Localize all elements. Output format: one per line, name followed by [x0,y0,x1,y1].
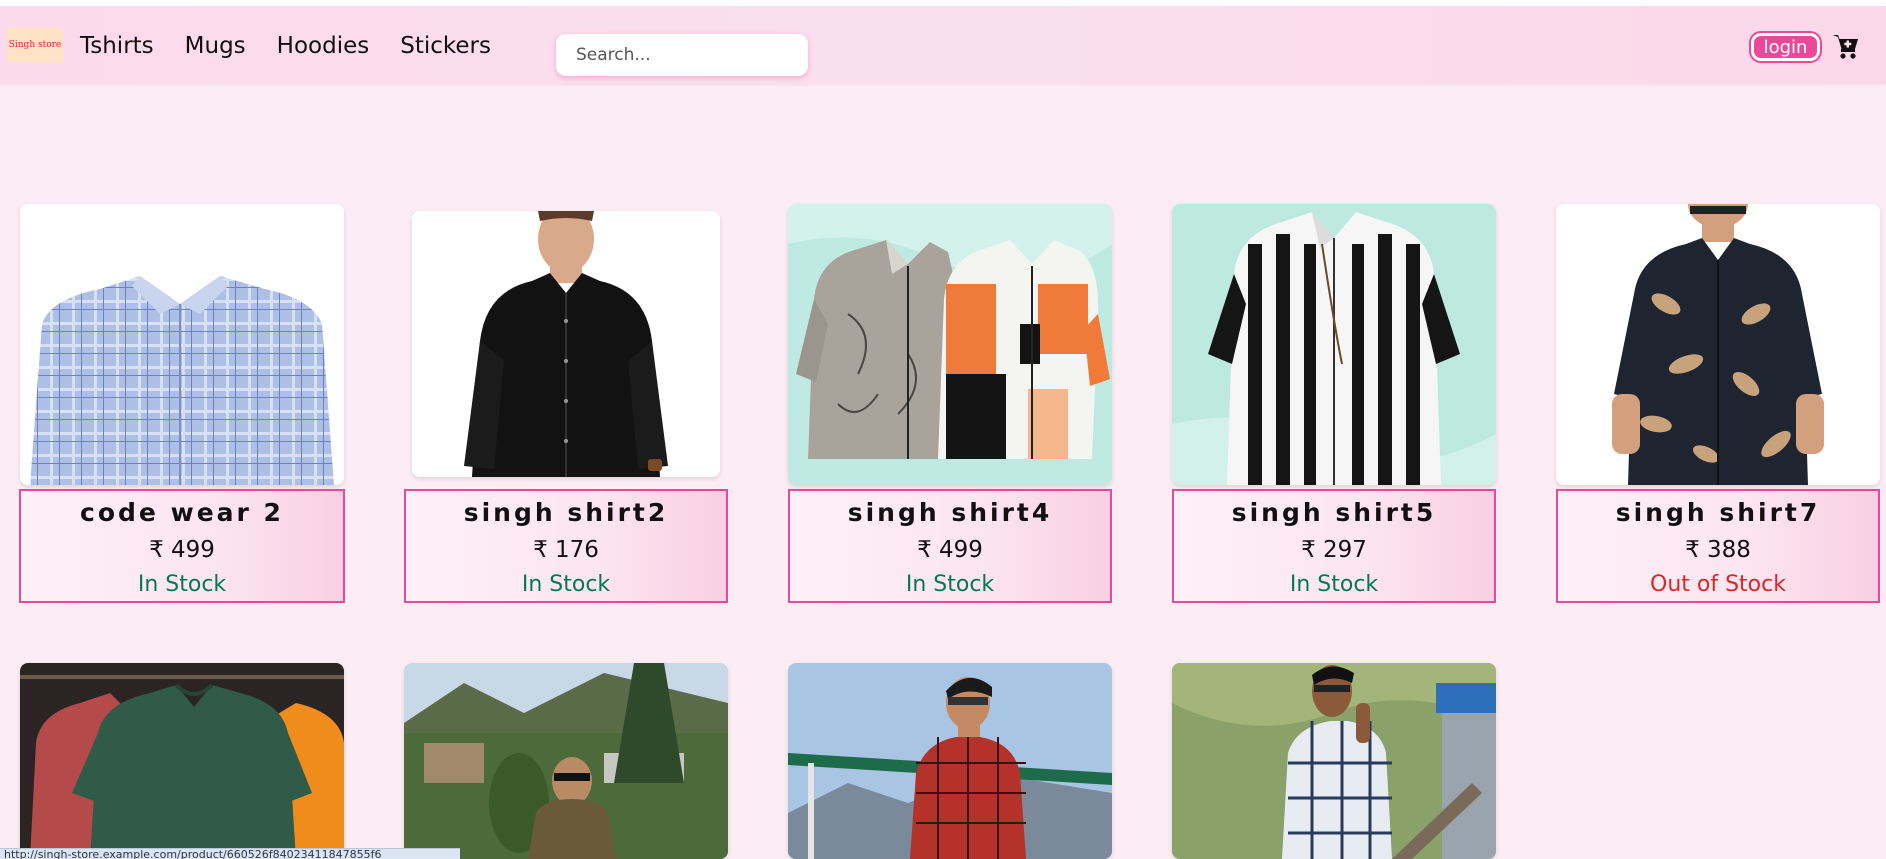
nav-stickers-link[interactable]: Stickers [400,33,491,59]
product-name: singh shirt2 [463,498,669,527]
login-button[interactable]: login [1751,33,1820,61]
logo-text: Singh store [8,40,62,50]
product-info: singh shirt7 ₹ 388 Out of Stock [1556,489,1880,603]
product-price: ₹ 388 [1685,537,1751,563]
product-image[interactable] [788,663,1112,859]
browser-status-url: http://singh-store.example.com/product/6… [0,848,460,859]
product-image[interactable] [20,663,344,859]
nav-tshirts-link[interactable]: Tshirts [80,33,154,59]
stock-status: In Stock [905,572,995,597]
product-info: singh shirt5 ₹ 297 In Stock [1172,489,1496,603]
product-image[interactable] [1172,204,1496,485]
product-name: singh shirt5 [1231,498,1437,527]
product-name: code wear 2 [80,498,284,527]
nav-links: Tshirts Mugs Hoodies Stickers [80,33,522,59]
product-info: singh shirt2 ₹ 176 In Stock [404,489,728,603]
product-name: singh shirt4 [847,498,1053,527]
product-image[interactable] [404,663,728,859]
top-navbar: Singh store Tshirts Mugs Hoodies Sticker… [0,6,1886,84]
search-input[interactable] [556,34,808,76]
product-info: code wear 2 ₹ 499 In Stock [19,489,345,603]
stock-status: In Stock [137,572,227,597]
stock-status: In Stock [1289,572,1379,597]
product-price: ₹ 297 [1301,537,1367,563]
product-price: ₹ 176 [533,537,599,563]
cart-icon[interactable] [1830,30,1862,62]
product-image[interactable] [1172,663,1496,859]
store-logo[interactable]: Singh store [7,28,63,62]
nav-mugs-link[interactable]: Mugs [185,33,246,59]
product-price: ₹ 499 [917,537,983,563]
stock-status: Out of Stock [1650,572,1786,597]
product-image[interactable] [788,204,1112,485]
nav-hoodies-link[interactable]: Hoodies [277,33,370,59]
product-info: singh shirt4 ₹ 499 In Stock [788,489,1112,603]
product-image[interactable] [412,211,720,477]
stock-status: In Stock [521,572,611,597]
product-image[interactable] [1556,204,1880,485]
product-price: ₹ 499 [149,537,215,563]
product-name: singh shirt7 [1615,498,1821,527]
product-image[interactable] [20,204,344,485]
